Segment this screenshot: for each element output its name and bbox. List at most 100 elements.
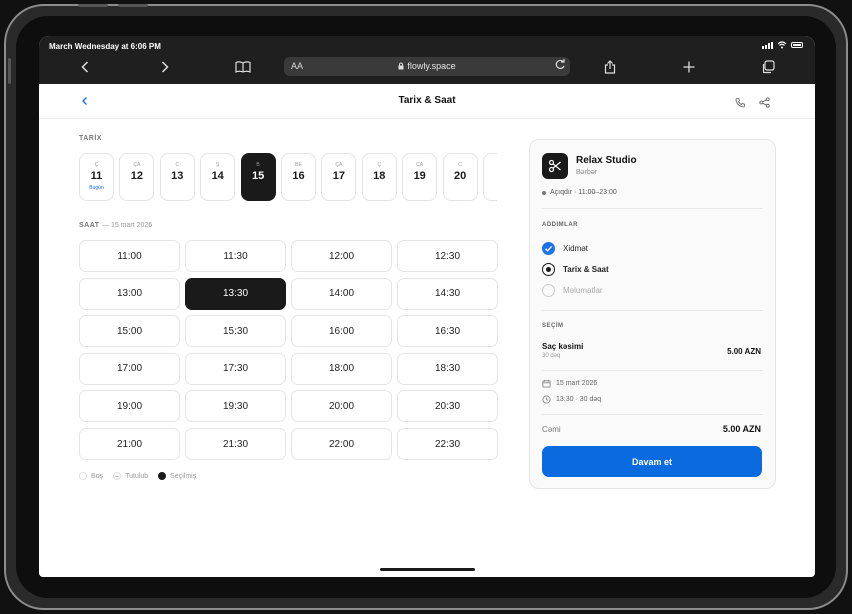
date-item[interactable]: Ç 18 [361, 153, 397, 201]
share-button[interactable] [600, 58, 620, 76]
date-day: 17 [332, 170, 346, 182]
tabs-button[interactable] [758, 58, 778, 76]
studio-name: Relax Studio [576, 155, 637, 166]
bookmarks-button[interactable] [233, 58, 253, 76]
step-service: Xidmət [542, 242, 588, 255]
studio-hours: Açıqdır · 11:00–23:00 [542, 189, 617, 196]
time-slot[interactable]: 14:30 [397, 277, 498, 310]
selection-label: SEÇİM [542, 323, 564, 329]
step-datetime-label: Tarix & Saat [563, 265, 609, 274]
time-slot[interactable]: 14:00 [291, 277, 392, 310]
steps-label: ADDIMLAR [542, 222, 578, 228]
date-item[interactable]: C 13 [159, 153, 195, 201]
time-slot[interactable]: 19:30 [185, 390, 286, 423]
time-slot[interactable]: 21:30 [185, 428, 286, 460]
time-label: SAAT [79, 222, 100, 229]
tabs-icon [762, 60, 775, 74]
cellular-icon [762, 41, 773, 49]
clock-icon [542, 395, 551, 404]
call-button[interactable] [735, 95, 746, 113]
check-circle-icon [542, 242, 555, 255]
share-nodes-icon [759, 97, 770, 108]
time-slot[interactable]: 13:00 [79, 277, 180, 310]
chevron-left-icon [81, 61, 89, 73]
wifi-icon [777, 41, 787, 49]
time-slot[interactable]: 18:30 [397, 352, 498, 385]
date-day: 2 [484, 170, 497, 182]
legend-busy: Tutulub [113, 472, 148, 480]
side-button [8, 58, 11, 84]
share-page-button[interactable] [759, 95, 770, 113]
time-slot[interactable]: 11:30 [185, 240, 286, 272]
time-date-note: 15 mart 2026 [110, 222, 153, 229]
time-slot[interactable]: 17:00 [79, 352, 180, 385]
status-time: March Wednesday at 6:06 PM [49, 42, 161, 51]
top-button [118, 4, 148, 7]
date-item[interactable]: Ç 11 Bugün [79, 153, 114, 201]
continue-button[interactable]: Davam et [542, 446, 762, 477]
time-slot[interactable]: 11:00 [79, 240, 180, 272]
time-slot[interactable]: 15:30 [185, 315, 286, 348]
service-duration: 30 dəq [542, 353, 561, 359]
time-slot[interactable]: 15:00 [79, 315, 180, 348]
time-slot[interactable]: 20:00 [291, 390, 392, 423]
free-dot-icon [79, 472, 87, 480]
current-step-icon [542, 263, 555, 276]
date-weekday: Ş [216, 162, 220, 168]
calendar-icon [542, 379, 551, 388]
time-slot[interactable]: 19:00 [79, 390, 180, 423]
selected-dot-icon [158, 472, 167, 480]
date-day: 20 [453, 170, 467, 182]
date-item[interactable]: BE 16 [281, 153, 316, 201]
date-weekday: B [256, 162, 260, 168]
date-item[interactable]: Ş 14 [200, 153, 236, 201]
time-slot[interactable]: 17:30 [185, 352, 286, 385]
time-slot[interactable]: 12:00 [291, 240, 392, 272]
busy-dot-icon [113, 472, 122, 480]
date-strip[interactable]: Ç 11 Bugün ÇA 12 C 13 Ş 14 B 15 BE 16 ÇA 17 Ç 18 CA 19 C 20 2 [79, 153, 497, 201]
status-icons [762, 41, 803, 49]
step-service-label: Xidmət [563, 244, 588, 253]
selected-time-text: 13:30 · 30 dəq [556, 396, 602, 403]
time-slot[interactable]: 22:30 [397, 428, 498, 460]
time-slot[interactable]: 18:00 [291, 352, 392, 385]
date-weekday: C [458, 162, 462, 168]
date-day: 18 [373, 170, 386, 182]
date-weekday: CA [416, 162, 424, 168]
reload-button[interactable] [554, 59, 566, 73]
date-day: 13 [171, 170, 184, 182]
date-item[interactable]: ÇA 17 [321, 153, 357, 201]
time-slot[interactable]: 16:30 [397, 315, 498, 348]
time-slot[interactable]: 16:00 [291, 315, 392, 348]
date-item[interactable]: 2 [483, 153, 497, 201]
legend-selected-label: Seçilmiş [170, 472, 197, 480]
step-details-label: Məlumatlar [563, 286, 603, 295]
studio-hours-text: Açıqdır · 11:00–23:00 [550, 189, 617, 196]
page-header: Tarix & Saat [39, 84, 815, 119]
browser-back-button[interactable] [75, 58, 95, 76]
time-slot[interactable]: 22:00 [291, 428, 392, 460]
studio-category: Bərbər [576, 169, 598, 176]
time-slot[interactable]: 21:00 [79, 428, 180, 460]
date-item[interactable]: C 20 [442, 153, 478, 201]
date-item[interactable]: B 15 [240, 153, 276, 201]
date-item[interactable]: CA 19 [402, 153, 438, 201]
date-day: 14 [211, 170, 224, 182]
address-bar[interactable]: AA flowly.space [284, 57, 570, 76]
browser-forward-button[interactable] [155, 58, 175, 76]
url-text: flowly.space [407, 61, 456, 71]
service-price: 5.00 AZN [727, 347, 761, 356]
legend-busy-label: Tutulub [125, 472, 149, 480]
divider [542, 310, 763, 311]
url-display: flowly.space [284, 61, 570, 71]
date-day: 15 [251, 170, 265, 182]
time-slot[interactable]: 13:30 [185, 277, 286, 310]
time-slot[interactable]: 12:30 [397, 240, 498, 272]
selected-time: 13:30 · 30 dəq [542, 395, 601, 404]
time-grid: 11:00 11:30 12:00 12:30 13:00 13:30 14:00 14:30… [79, 240, 498, 462]
status-dot-icon [542, 190, 546, 195]
legend-free-label: Boş [91, 472, 104, 480]
new-tab-button[interactable] [679, 58, 699, 76]
date-item[interactable]: ÇA 12 [119, 153, 155, 201]
time-slot[interactable]: 20:30 [397, 390, 498, 423]
